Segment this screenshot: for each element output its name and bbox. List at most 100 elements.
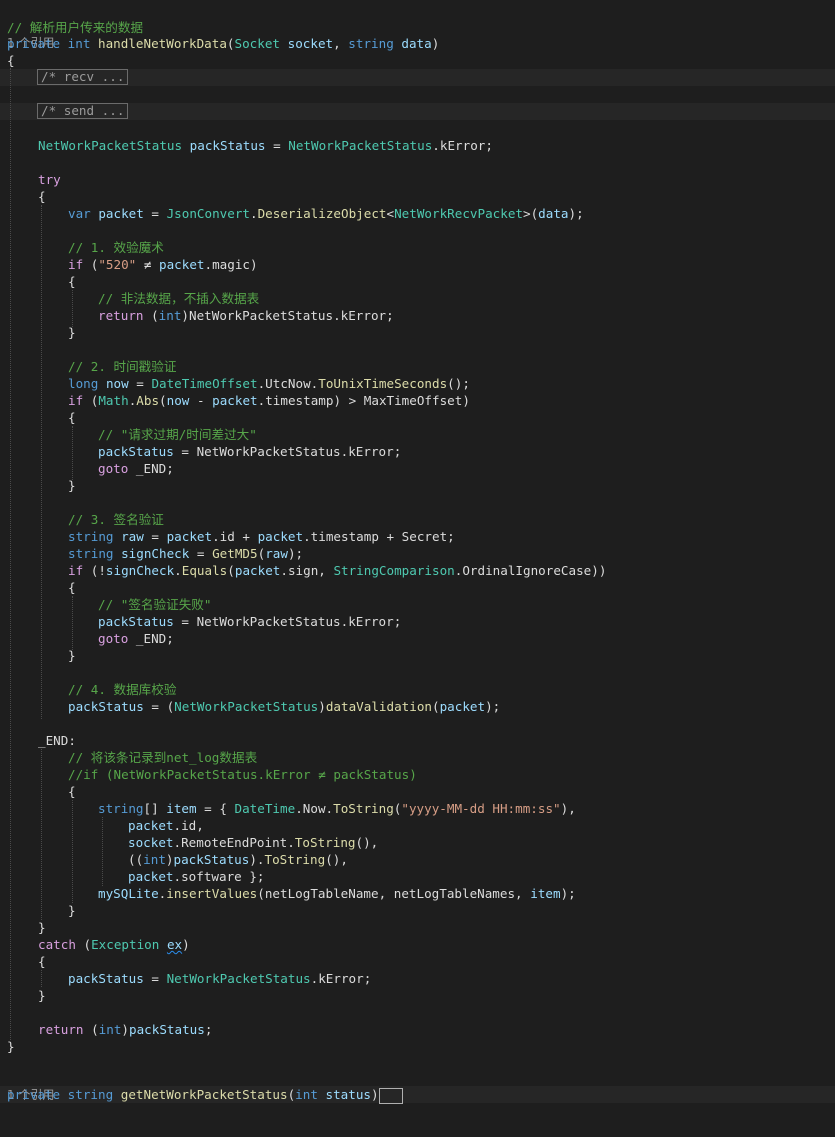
method-call: ToString	[294, 835, 356, 850]
code-line: return (int)packStatus;	[0, 1021, 835, 1038]
punctuation: (	[226, 36, 235, 51]
keyword-try: try	[38, 172, 61, 187]
brace: }	[68, 903, 76, 918]
method-call: Equals	[181, 563, 228, 578]
code-line: /* recv ...	[0, 69, 835, 86]
code-line: {	[0, 52, 835, 69]
variable: item	[530, 886, 561, 901]
code-line: private int handleNetWorkData(Socket soc…	[0, 35, 835, 52]
string-literal: "yyyy-MM-dd HH:mm:ss"	[401, 801, 561, 816]
keyword: string	[98, 801, 144, 816]
type-name: NetWorkPacketStatus	[166, 971, 311, 986]
comment: // 3. 签名验证	[68, 512, 164, 527]
variable: signCheck	[105, 563, 175, 578]
expression: NetWorkPacketStatus.kError;	[196, 444, 402, 459]
expression: .id +	[212, 529, 258, 544]
code-line: try	[0, 171, 835, 188]
parameter: socket	[287, 36, 334, 51]
punctuation: .	[295, 801, 303, 816]
method-name[interactable]: handleNetWorkData	[98, 36, 227, 51]
method-call: dataValidation	[325, 699, 432, 714]
variable: data	[538, 206, 569, 221]
code-line: // 非法数据，不插入数据表	[0, 290, 835, 307]
keyword: private	[7, 1087, 61, 1102]
variable: mySQLite	[98, 886, 159, 901]
unused-variable-warning[interactable]: ex	[167, 937, 182, 952]
code-line: /* send ...	[0, 103, 835, 120]
method-call: ToString	[333, 801, 394, 816]
variable: packet	[212, 393, 258, 408]
comment: // 将该条记录到net_log数据表	[68, 750, 258, 765]
punctuation: (	[159, 393, 167, 408]
comment: // "签名验证失败"	[98, 597, 212, 612]
keyword: string	[68, 546, 114, 561]
code-line: mySQLite.insertValues(netLogTableName, n…	[0, 885, 835, 902]
punctuation: (	[431, 699, 440, 714]
code-line: }	[0, 1038, 835, 1055]
code-line: // 解析用户传来的数据	[0, 2, 835, 35]
keyword: string	[348, 36, 394, 51]
code-line: if (Math.Abs(now - packet.timestamp) > M…	[0, 392, 835, 409]
code-line: {	[0, 188, 835, 205]
keyword: int	[98, 1022, 122, 1037]
code-line: return (int)NetWorkPacketStatus.kError;	[0, 307, 835, 324]
folded-region-recv[interactable]: /* recv ...	[37, 69, 129, 85]
keyword: return	[38, 1022, 84, 1037]
label-ref: _END;	[128, 461, 174, 476]
keyword: private	[7, 36, 61, 51]
member-access: .id,	[173, 818, 204, 833]
type-name: StringComparison	[333, 563, 455, 578]
type-name: NetWorkPacketStatus	[174, 699, 319, 714]
code-line: if ("520" ≠ packet.magic)	[0, 256, 835, 273]
brace: {	[38, 189, 46, 204]
keyword: if	[68, 257, 84, 272]
keyword: if	[68, 563, 84, 578]
code-line: {	[0, 409, 835, 426]
code-editor[interactable]: // 解析用户传来的数据 1 个引用 private int handleNet…	[0, 0, 835, 1104]
type-name: JsonConvert	[166, 206, 250, 221]
type-name: Exception	[91, 937, 160, 952]
type-name: NetWorkPacketStatus	[38, 138, 183, 153]
code-line: string raw = packet.id + packet.timestam…	[0, 528, 835, 545]
keyword: var	[68, 206, 91, 221]
type-name: DateTime	[234, 801, 296, 816]
variable: raw	[121, 529, 144, 544]
parameter: status	[325, 1087, 372, 1102]
string-literal: "520"	[98, 257, 137, 272]
variable: now	[166, 393, 190, 408]
punctuation: ).	[249, 852, 265, 867]
code-line: // 1. 效验魔术	[0, 239, 835, 256]
variable: now	[105, 376, 129, 391]
keyword: catch	[38, 937, 76, 952]
code-line: {	[0, 953, 835, 970]
code-line: string[] item = { DateTime.Now.ToString(…	[0, 800, 835, 817]
punctuation: >(	[523, 206, 539, 221]
variable: socket	[128, 835, 174, 850]
code-line: if (!signCheck.Equals(packet.sign, Strin…	[0, 562, 835, 579]
variable: packet	[234, 563, 281, 578]
variable: raw	[265, 546, 288, 561]
punctuation: )	[371, 1087, 379, 1102]
brace: {	[7, 53, 15, 68]
variable: item	[166, 801, 197, 816]
variable: packet	[166, 529, 213, 544]
code-line: {	[0, 579, 835, 596]
variable: packStatus	[68, 971, 144, 986]
method-name[interactable]: getNetWorkPacketStatus	[121, 1087, 288, 1102]
code-line: // 3. 签名验证	[0, 511, 835, 528]
operator: =	[143, 971, 167, 986]
type-name: DateTimeOffset	[151, 376, 258, 391]
variable: packStatus	[173, 852, 250, 867]
member-access: Now.	[302, 801, 334, 816]
operator: =	[173, 614, 197, 629]
folded-region-send[interactable]: /* send ...	[37, 103, 129, 119]
punctuation: (!	[83, 563, 106, 578]
variable: signCheck	[121, 546, 190, 561]
expression: .timestamp + Secret;	[303, 529, 455, 544]
brace: {	[68, 274, 76, 289]
brace: {	[38, 954, 46, 969]
type-name: NetWorkRecvPacket	[394, 206, 523, 221]
expression: (netLogTableName, netLogTableNames,	[257, 886, 531, 901]
keyword: return	[98, 308, 144, 323]
variable: packet	[128, 869, 174, 884]
